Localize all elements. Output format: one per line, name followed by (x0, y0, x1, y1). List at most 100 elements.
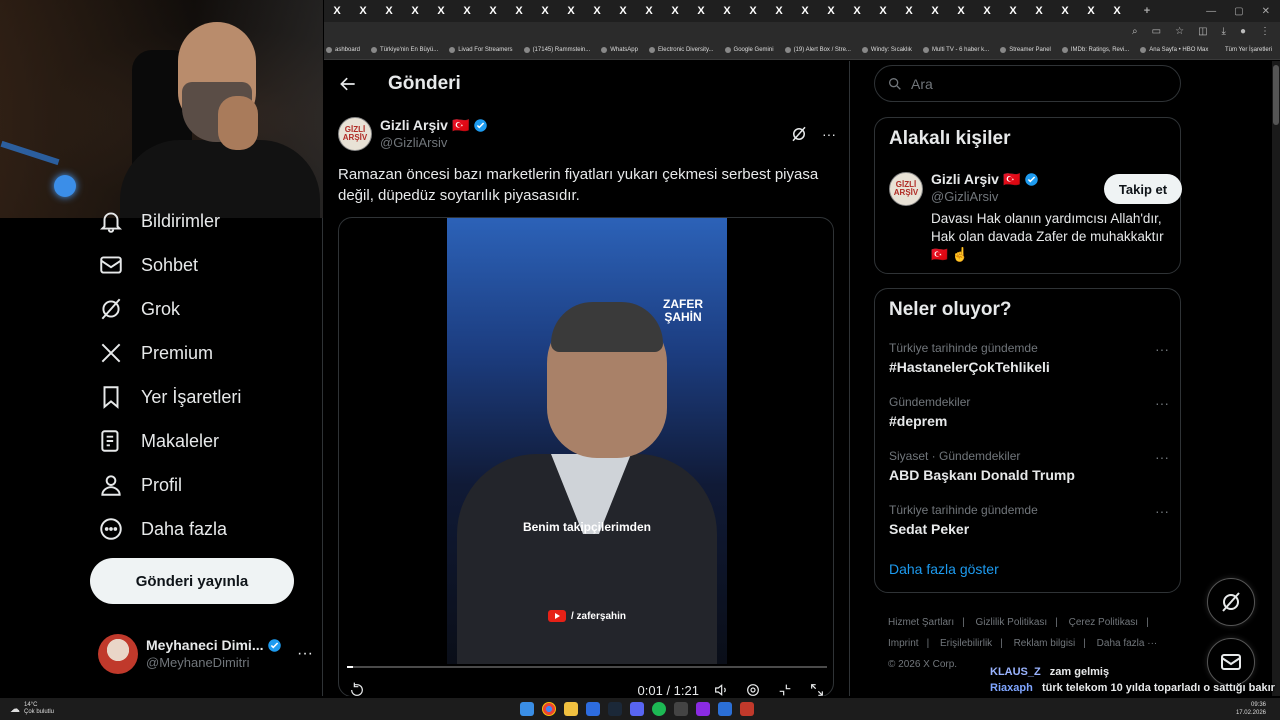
footer-link[interactable]: Imprint (888, 638, 919, 649)
bookmark-item[interactable]: Livad For Streamers (449, 46, 513, 53)
browser-tab[interactable]: X (844, 2, 870, 20)
weather-widget[interactable]: ☁ 14°C Çok bulutlu (10, 702, 54, 716)
footer-link[interactable]: Gizlilik Politikası (976, 617, 1048, 628)
bookmark-item[interactable]: (17145) Rammstein... (523, 46, 590, 53)
avatar[interactable]: GİZLİ ARŞİV (889, 172, 923, 206)
nav-item-more[interactable]: Daha fazla (98, 514, 227, 544)
browser-tab[interactable]: X (1026, 2, 1052, 20)
browser-tab[interactable]: X (870, 2, 896, 20)
window-controls[interactable]: — ▢ ✕ (1206, 6, 1280, 17)
spotify-icon[interactable] (652, 702, 666, 716)
browser-tab[interactable]: X (792, 2, 818, 20)
folder-icon[interactable] (564, 702, 578, 716)
start-icon[interactable] (520, 702, 534, 716)
bookmark-item[interactable]: Streamer Panel (1000, 46, 1051, 53)
scrollbar[interactable] (1272, 61, 1280, 696)
nav-item-profile[interactable]: Profil (98, 470, 182, 500)
footer-link[interactable]: Daha fazla ··· (1097, 638, 1158, 649)
volume-icon[interactable] (713, 682, 729, 696)
nav-item-articles[interactable]: Makaleler (98, 426, 219, 456)
menu-icon[interactable]: ⋮ (1260, 26, 1270, 37)
zoom-icon[interactable]: ⌕ (1132, 26, 1138, 37)
browser-tab[interactable]: X (532, 2, 558, 20)
account-switcher[interactable]: Meyhaneci Dimi... @MeyhaneDimitri ··· (98, 634, 313, 674)
video-frame[interactable]: ZAFER ŞAHİN Benim takipçilerimden / zafe… (447, 218, 727, 664)
more-icon[interactable]: ··· (1155, 449, 1169, 465)
browser-tab[interactable]: X (974, 2, 1000, 20)
discord-icon[interactable] (630, 702, 644, 716)
star-icon[interactable]: ☆ (1175, 26, 1184, 37)
more-icon[interactable]: ··· (1155, 503, 1169, 519)
browser-tab[interactable]: X (1078, 2, 1104, 20)
browser-tab[interactable]: X (636, 2, 662, 20)
browser-tab[interactable]: X (818, 2, 844, 20)
bookmark-item[interactable]: Türkiye'nin En Büyü... (371, 46, 438, 53)
nav-item-grok[interactable]: Grok (98, 294, 180, 324)
more-icon[interactable]: ··· (822, 126, 836, 142)
more-icon[interactable]: ··· (1155, 395, 1169, 411)
tweet-video[interactable]: ZAFER ŞAHİN Benim takipçilerimden / zafe… (338, 217, 834, 696)
footer-link[interactable]: Hizmet Şartları (888, 617, 954, 628)
browser-tab[interactable]: X (610, 2, 636, 20)
cast-icon[interactable]: ▭ (1152, 26, 1161, 37)
post-button[interactable]: Gönderi yayınla (90, 558, 294, 604)
profile-icon[interactable]: ● (1240, 26, 1246, 37)
bookmark-item[interactable]: ashboard (326, 46, 360, 53)
app-icon[interactable] (696, 702, 710, 716)
grok-fab[interactable] (1207, 578, 1255, 626)
bookmark-item[interactable]: Windy: Sıcaklık (861, 46, 912, 53)
browser-tab[interactable]: X (662, 2, 688, 20)
minimize-video-icon[interactable] (777, 682, 793, 696)
minimize-icon[interactable]: — (1206, 6, 1216, 17)
trend-item[interactable]: Siyaset · Gündemdekiler ABD Başkanı Dona… (889, 449, 1169, 483)
nav-item-chat[interactable]: Sohbet (98, 250, 198, 280)
browser-tab[interactable]: X (1104, 2, 1130, 20)
footer-link[interactable]: Çerez Politikası (1069, 617, 1138, 628)
video-progress-bar[interactable] (347, 666, 827, 668)
trend-item[interactable]: Türkiye tarihinde gündemde #HastanelerÇo… (889, 341, 1169, 375)
browser-tab[interactable]: X (454, 2, 480, 20)
more-icon[interactable]: ··· (297, 645, 313, 663)
app-icon[interactable] (586, 702, 600, 716)
clock[interactable]: 09:36 17.02.2026 (1236, 701, 1266, 717)
bookmark-item[interactable]: Google Gemini (724, 46, 774, 53)
browser-tab[interactable]: X (766, 2, 792, 20)
maximize-icon[interactable]: ▢ (1234, 6, 1243, 17)
nav-item-bookmarks[interactable]: Yer İşaretleri (98, 382, 241, 412)
app-icon[interactable] (740, 702, 754, 716)
browser-tab[interactable]: X (688, 2, 714, 20)
footer-link[interactable]: Reklam bilgisi (1014, 638, 1076, 649)
avatar[interactable]: GİZLİ ARŞİV (338, 117, 372, 151)
nav-item-premium[interactable]: Premium (98, 338, 213, 368)
browser-tab[interactable]: X (402, 2, 428, 20)
app-icon[interactable] (718, 702, 732, 716)
browser-tab[interactable]: X (922, 2, 948, 20)
bookmark-item[interactable]: Ana Sayfa • HBO Max (1140, 46, 1208, 53)
app-icon[interactable] (674, 702, 688, 716)
back-arrow-icon[interactable] (338, 74, 358, 94)
browser-tab[interactable]: X (428, 2, 454, 20)
close-icon[interactable]: ✕ (1262, 6, 1270, 17)
browser-tab[interactable]: X (714, 2, 740, 20)
show-more-link[interactable]: Daha fazla göster (889, 561, 999, 577)
bookmark-item[interactable]: IMDb: Ratings, Revi... (1061, 46, 1129, 53)
trend-item[interactable]: Türkiye tarihinde gündemde Sedat Peker ·… (889, 503, 1169, 537)
browser-tab[interactable]: X (948, 2, 974, 20)
browser-tab[interactable]: X (350, 2, 376, 20)
footer-link[interactable]: Erişilebilirlik (940, 638, 992, 649)
bookmark-item[interactable]: Multi TV - 6 haber k... (922, 46, 989, 53)
browser-tab[interactable]: X (1052, 2, 1078, 20)
browser-tab[interactable]: X (584, 2, 610, 20)
new-tab-button[interactable]: + (1134, 2, 1160, 20)
follow-button[interactable]: Takip et (1104, 174, 1182, 204)
all-bookmarks-link[interactable]: Tüm Yer İşaretleri (1225, 47, 1280, 53)
author-name[interactable]: Gizli Arşiv (380, 117, 448, 134)
bookmark-item[interactable]: WhatsApp (601, 46, 638, 53)
download-icon[interactable]: ⤓ (1222, 26, 1226, 37)
browser-tab[interactable]: X (740, 2, 766, 20)
browser-tab[interactable]: X (1000, 2, 1026, 20)
settings-icon[interactable] (745, 682, 761, 696)
related-user-name[interactable]: Gizli Arşiv (931, 170, 999, 188)
grok-icon[interactable] (790, 125, 808, 143)
browser-tab[interactable]: X (324, 2, 350, 20)
